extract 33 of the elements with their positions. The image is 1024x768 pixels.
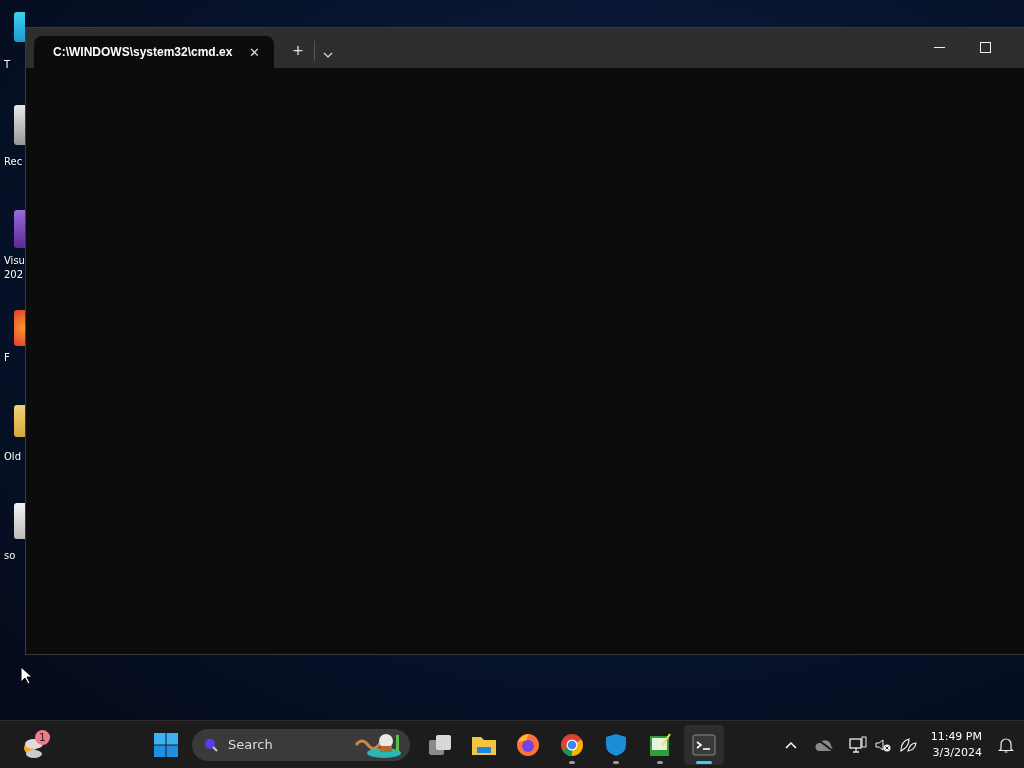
desktop-icon-label: F — [4, 351, 11, 365]
close-button[interactable]: ✕ — [245, 42, 264, 62]
chrome-browser-icon — [560, 732, 584, 757]
chevron-down-icon[interactable] — [323, 52, 333, 58]
desktop-icon-label: Old — [4, 450, 22, 464]
taskbar-app-button[interactable] — [684, 724, 724, 765]
mouse-pointer-icon — [20, 666, 32, 685]
network-icon[interactable] — [848, 735, 867, 754]
terminal-icon — [692, 733, 716, 756]
fox-browser-icon — [516, 732, 540, 757]
search-bar[interactable]: Search — [192, 728, 410, 761]
windows-logo-icon — [154, 732, 178, 757]
search-icon — [204, 737, 218, 752]
tab-title: C:\WINDOWS\system32\cmd.ex — [53, 45, 234, 59]
chevron-up-icon[interactable] — [784, 740, 797, 749]
leaf-icon[interactable] — [898, 736, 917, 753]
bell-icon[interactable] — [998, 736, 1014, 753]
search-field[interactable]: Search — [226, 736, 346, 753]
maximize-icon[interactable] — [980, 42, 991, 53]
volume-muted-icon[interactable] — [874, 736, 891, 753]
desktop-icon-label: Rec — [4, 155, 24, 169]
clock[interactable]: 11:49 PM 3/3/2024 — [930, 728, 982, 761]
desktop-icon-label: Visu — [4, 254, 24, 268]
desktop-icon-label: 202 — [4, 268, 24, 282]
desktop-icon-label: so — [4, 549, 17, 563]
cloud-off-icon[interactable] — [814, 737, 835, 752]
notification-badge: 1 — [35, 730, 50, 745]
notepad-icon — [649, 732, 671, 757]
tab[interactable]: C:\WINDOWS\system32\cmd.ex ✕ — [34, 36, 274, 68]
new-tab-button[interactable]: + — [286, 38, 310, 64]
shield-icon — [605, 732, 627, 757]
desktop-icon-label: T — [4, 58, 12, 72]
windows-stack-icon — [428, 733, 452, 756]
